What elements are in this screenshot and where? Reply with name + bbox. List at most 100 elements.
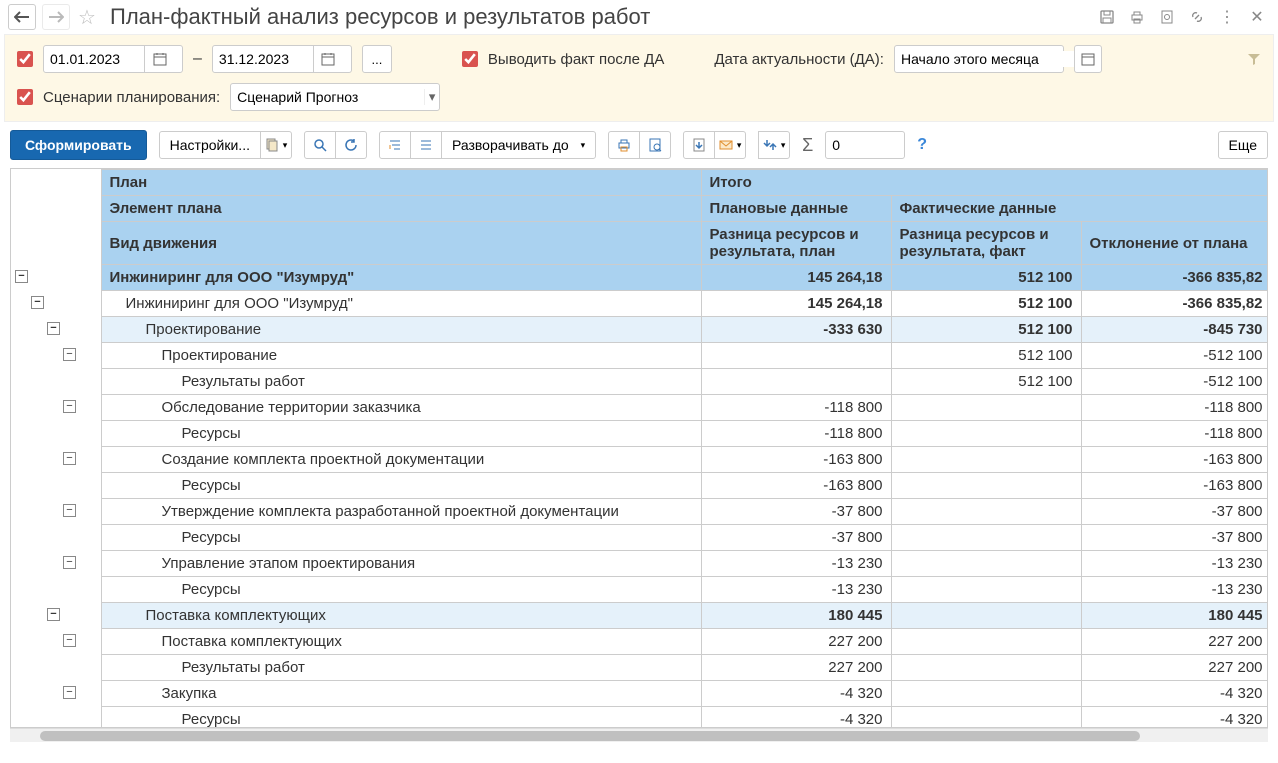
row-value: -13 230 (701, 577, 891, 603)
help-icon[interactable]: ? (917, 136, 927, 154)
print-preview-button[interactable] (639, 131, 671, 159)
row-value: -4 320 (1081, 681, 1268, 707)
row-value: -4 320 (701, 707, 891, 729)
row-name: Ресурсы (101, 421, 701, 447)
row-value: -37 800 (701, 525, 891, 551)
tree-toggle[interactable]: − (63, 348, 76, 361)
calendar-icon[interactable] (144, 46, 174, 72)
row-name: Закупка (101, 681, 701, 707)
sigma-label: Σ (802, 135, 813, 156)
nav-back-button[interactable] (8, 4, 36, 30)
favorite-icon[interactable]: ☆ (76, 6, 98, 28)
expand-to-button[interactable]: Разворачивать до ▾ (441, 131, 596, 159)
row-value: 227 200 (701, 629, 891, 655)
tree-toggle[interactable]: − (63, 634, 76, 647)
more-button[interactable]: Еще (1218, 131, 1269, 159)
row-name: Ресурсы (101, 473, 701, 499)
header-element: Элемент плана (101, 196, 701, 222)
row-value: 512 100 (891, 369, 1081, 395)
date-to-input[interactable] (212, 45, 352, 73)
row-value: -163 800 (1081, 447, 1268, 473)
tree-toggle[interactable]: − (31, 296, 44, 309)
row-value (891, 447, 1081, 473)
sigma-input[interactable] (825, 131, 905, 159)
row-value: -118 800 (701, 395, 891, 421)
fact-after-da-label: Выводить факт после ДА (488, 51, 664, 68)
row-value (891, 707, 1081, 729)
nav-forward-button[interactable] (42, 4, 70, 30)
tree-toggle[interactable]: − (63, 452, 76, 465)
tree-toggle[interactable]: − (63, 400, 76, 413)
row-value (891, 421, 1081, 447)
scenario-label: Сценарии планирования: (43, 89, 220, 106)
filter-icon[interactable] (1247, 52, 1261, 66)
compare-button[interactable]: ▾ (758, 131, 790, 159)
print-icon[interactable] (1124, 4, 1150, 30)
tree-toggle[interactable]: − (63, 504, 76, 517)
row-value: 145 264,18 (701, 291, 891, 317)
row-value: 180 445 (701, 603, 891, 629)
row-name: Результаты работ (101, 369, 701, 395)
row-name: Поставка комплектующих (101, 629, 701, 655)
print-button[interactable] (608, 131, 640, 159)
calendar-icon[interactable] (313, 46, 343, 72)
settings-button[interactable]: Настройки... (159, 131, 261, 159)
email-button[interactable]: ▾ (714, 131, 746, 159)
page-title: План-фактный анализ ресурсов и результат… (110, 4, 1088, 30)
row-name: Ресурсы (101, 525, 701, 551)
row-name: Ресурсы (101, 577, 701, 603)
collapse-all-button[interactable] (410, 131, 442, 159)
header-diff-fact: Разница ресурсов и результата, факт (891, 222, 1081, 265)
row-value: 512 100 (891, 265, 1081, 291)
row-name: Инжиниринг для ООО "Изумруд" (101, 265, 701, 291)
tree-toggle[interactable]: − (63, 556, 76, 569)
save-icon[interactable] (1094, 4, 1120, 30)
save-file-button[interactable] (683, 131, 715, 159)
refresh-button[interactable] (335, 131, 367, 159)
search-button[interactable] (304, 131, 336, 159)
row-value: -118 800 (701, 421, 891, 447)
row-value: -163 800 (701, 473, 891, 499)
row-name: Результаты работ (101, 655, 701, 681)
date-from-input[interactable] (43, 45, 183, 73)
calendar-icon[interactable] (1074, 45, 1102, 73)
row-value: -333 630 (701, 317, 891, 343)
row-value: 227 200 (701, 655, 891, 681)
header-total: Итого (701, 170, 1268, 196)
tree-toggle[interactable]: − (15, 270, 28, 283)
tree-toggle[interactable]: − (47, 322, 60, 335)
scenario-select[interactable]: ▾ (230, 83, 440, 111)
row-value (891, 395, 1081, 421)
row-value (891, 681, 1081, 707)
row-value: -37 800 (1081, 525, 1268, 551)
horizontal-scrollbar[interactable] (10, 728, 1268, 742)
da-date-select[interactable]: ▾ (894, 45, 1064, 73)
header-plan-data: Плановые данные (701, 196, 891, 222)
row-value (891, 603, 1081, 629)
link-icon[interactable] (1184, 4, 1210, 30)
tree-toggle[interactable]: − (47, 608, 60, 621)
row-value (891, 499, 1081, 525)
row-value: -4 320 (701, 681, 891, 707)
row-value: 180 445 (1081, 603, 1268, 629)
chevron-down-icon[interactable]: ▾ (424, 89, 439, 105)
fact-after-da-checkbox[interactable] (462, 51, 478, 67)
kebab-icon[interactable]: ⋮ (1214, 4, 1240, 30)
header-fact-data: Фактические данные (891, 196, 1268, 222)
row-value (701, 369, 891, 395)
row-value: -512 100 (1081, 343, 1268, 369)
period-button[interactable]: ... (362, 45, 392, 73)
date-from-checkbox[interactable] (17, 51, 33, 67)
da-date-label: Дата актуальности (ДА): (714, 51, 884, 68)
preview-icon[interactable] (1154, 4, 1180, 30)
close-icon[interactable]: ✕ (1244, 4, 1270, 30)
row-name: Управление этапом проектирования (101, 551, 701, 577)
generate-button[interactable]: Сформировать (10, 130, 147, 160)
tree-toggle[interactable]: − (63, 686, 76, 699)
expand-all-button[interactable] (379, 131, 411, 159)
row-value: -118 800 (1081, 421, 1268, 447)
row-value: -163 800 (701, 447, 891, 473)
row-value: -4 320 (1081, 707, 1268, 729)
scenario-checkbox[interactable] (17, 89, 33, 105)
settings-variants-button[interactable]: ▾ (260, 131, 292, 159)
